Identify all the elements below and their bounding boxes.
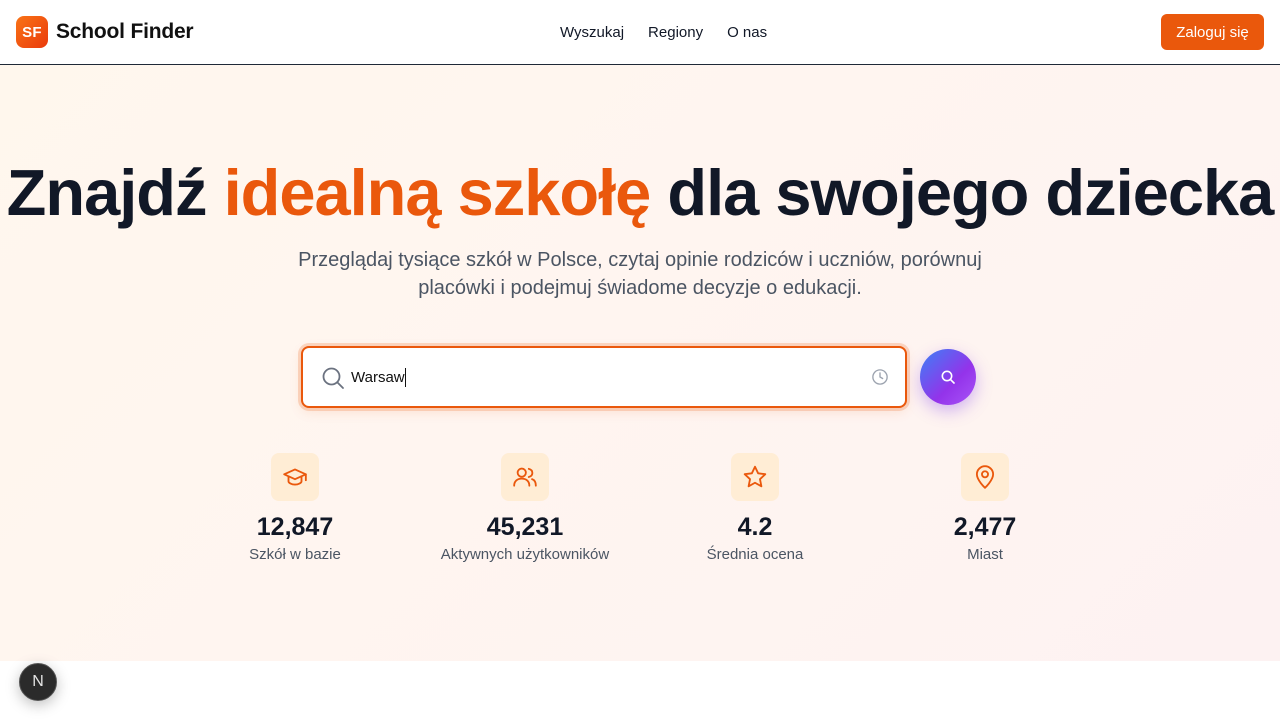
stat-value: 12,847 — [256, 513, 334, 541]
hero-title-end: dla swojego dziecka — [650, 156, 1274, 229]
stat-icon-box — [501, 453, 549, 501]
search-button-icon — [941, 370, 955, 384]
stat-label: Miast — [967, 546, 1003, 563]
login-button[interactable]: Zaloguj się — [1161, 14, 1264, 50]
users-icon — [513, 467, 537, 487]
hero-title: Znajdź idealną szkołę dla swojego dzieck… — [0, 155, 1280, 230]
nav-link-regions[interactable]: Regiony — [648, 22, 703, 43]
stat-icon-box — [961, 453, 1009, 501]
top-navbar: SF School Finder Wyszukaj Regiony O nas … — [0, 0, 1280, 65]
stat-value: 4.2 — [737, 513, 773, 541]
stat-schools: 12,847 Szkół w bazie — [180, 453, 410, 563]
stat-icon-box — [731, 453, 779, 501]
nav-link-search[interactable]: Wyszukaj — [560, 22, 624, 43]
stat-cities: 2,477 Miast — [870, 453, 1100, 563]
star-icon — [743, 465, 767, 488]
graduation-cap-icon — [283, 468, 307, 486]
stat-label: Średnia ocena — [706, 546, 804, 563]
main-nav: Wyszukaj Regiony O nas — [560, 22, 767, 43]
search-button[interactable] — [920, 349, 976, 405]
hero-subtitle: Przeglądaj tysiące szkół w Polsce, czyta… — [298, 249, 982, 299]
hero-title-start: Znajdź — [6, 156, 224, 229]
nav-link-about[interactable]: O nas — [727, 22, 767, 43]
brand-logo: SF — [16, 16, 48, 48]
stat-users: 45,231 Aktywnych użytkowników — [410, 453, 640, 563]
text-caret — [405, 368, 406, 387]
stats-row: 12,847 Szkół w bazie 45,231 Aktywnych uż… — [180, 453, 1100, 573]
search-input[interactable] — [351, 362, 851, 392]
dev-tools-badge[interactable]: N — [19, 663, 57, 701]
brand-name: School Finder — [56, 20, 194, 43]
hero-title-accent: idealną szkołę — [223, 156, 652, 229]
stat-value: 2,477 — [953, 513, 1017, 541]
stat-label: Aktywnych użytkowników — [440, 546, 610, 563]
stat-value: 45,231 — [486, 513, 564, 541]
stat-label: Szkół w bazie — [249, 546, 341, 563]
brand-link[interactable]: SF School Finder — [16, 16, 194, 48]
hero-section: Znajdź idealną szkołę dla swojego dzieck… — [0, 65, 1280, 661]
stat-icon-box — [271, 453, 319, 501]
clock-icon[interactable] — [871, 368, 889, 386]
search-icon — [322, 367, 344, 389]
search-box[interactable] — [301, 346, 907, 408]
map-pin-icon — [975, 465, 995, 489]
stat-rating: 4.2 Średnia ocena — [640, 453, 870, 563]
